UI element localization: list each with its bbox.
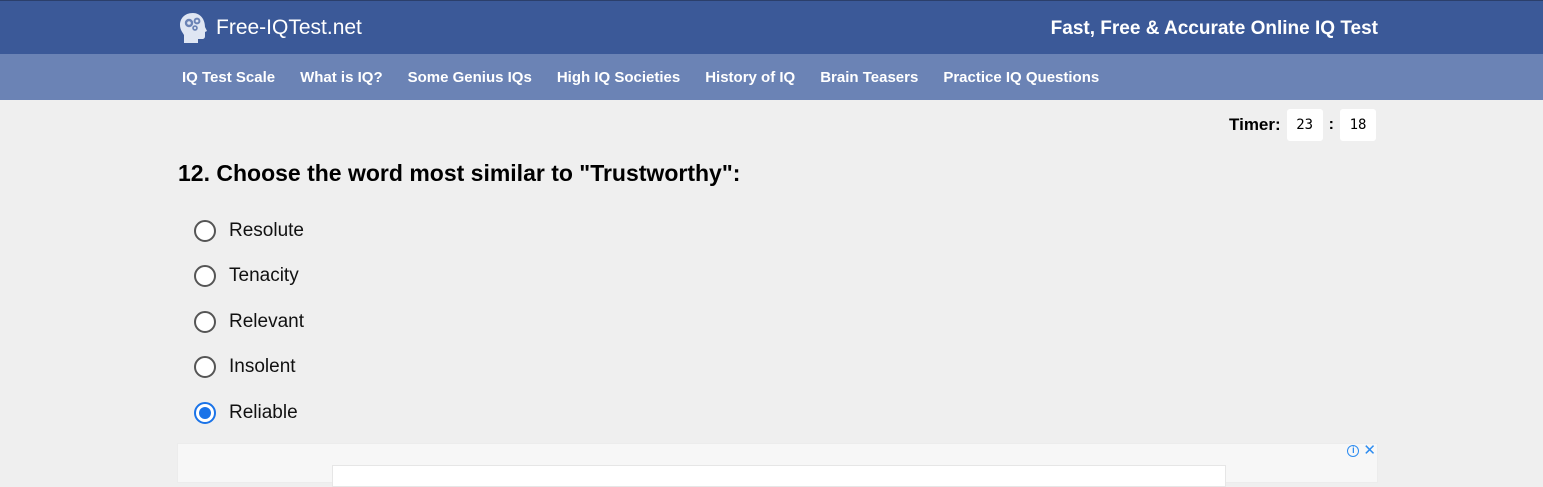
nav-item-high-iq-societies[interactable]: High IQ Societies [557,69,680,86]
nav-item-brain-teasers[interactable]: Brain Teasers [820,69,918,86]
timer-label: Timer: [1229,115,1281,134]
answer-option[interactable]: Reliable [194,390,304,436]
nav-item-practice-iq-questions[interactable]: Practice IQ Questions [943,69,1099,86]
main-nav: IQ Test Scale What is IQ? Some Genius IQ… [0,54,1543,100]
answer-option[interactable]: Relevant [194,299,304,345]
site-logo-text: Free-IQTest.net [216,16,362,39]
brain-head-icon [180,13,207,43]
answer-options: Resolute Tenacity Relevant Insolent Reli… [194,208,304,436]
answer-option[interactable]: Tenacity [194,254,304,300]
radio-button[interactable] [194,219,216,242]
nav-item-what-is-iq[interactable]: What is IQ? [300,69,383,86]
answer-option-label: Tenacity [229,265,299,287]
nav-item-some-genius-iqs[interactable]: Some Genius IQs [408,69,532,86]
answer-option[interactable]: Resolute [194,208,304,254]
ad-controls: i ✕ [1347,443,1376,458]
nav-item-iq-test-scale[interactable]: IQ Test Scale [182,69,275,86]
radio-button[interactable] [194,310,216,333]
timer: Timer: 23 : 18 [1229,109,1376,141]
question-title: 12. Choose the word most similar to "Tru… [178,160,741,186]
radio-button[interactable] [194,401,216,424]
radio-button[interactable] [194,356,216,379]
answer-option-label: Resolute [229,219,304,241]
answer-option-label: Insolent [229,356,296,378]
timer-minutes: 23 [1286,109,1323,141]
info-icon[interactable]: i [1347,445,1360,457]
answer-option[interactable]: Insolent [194,345,304,391]
site-tagline: Fast, Free & Accurate Online IQ Test [1050,18,1378,39]
timer-seconds: 18 [1340,109,1376,141]
answer-option-label: Relevant [229,310,304,332]
timer-separator: : [1328,116,1334,133]
ad-content-frame[interactable] [332,465,1226,487]
answer-option-label: Reliable [229,401,298,423]
site-header: Free-IQTest.net Fast, Free & Accurate On… [0,0,1543,54]
advertisement-banner: i ✕ [177,443,1378,487]
close-icon[interactable]: ✕ [1363,443,1376,458]
site-logo-link[interactable]: Free-IQTest.net [178,11,362,45]
nav-item-history-of-iq[interactable]: History of IQ [705,69,795,86]
nav-list: IQ Test Scale What is IQ? Some Genius IQ… [182,54,1124,100]
radio-button[interactable] [194,265,216,288]
